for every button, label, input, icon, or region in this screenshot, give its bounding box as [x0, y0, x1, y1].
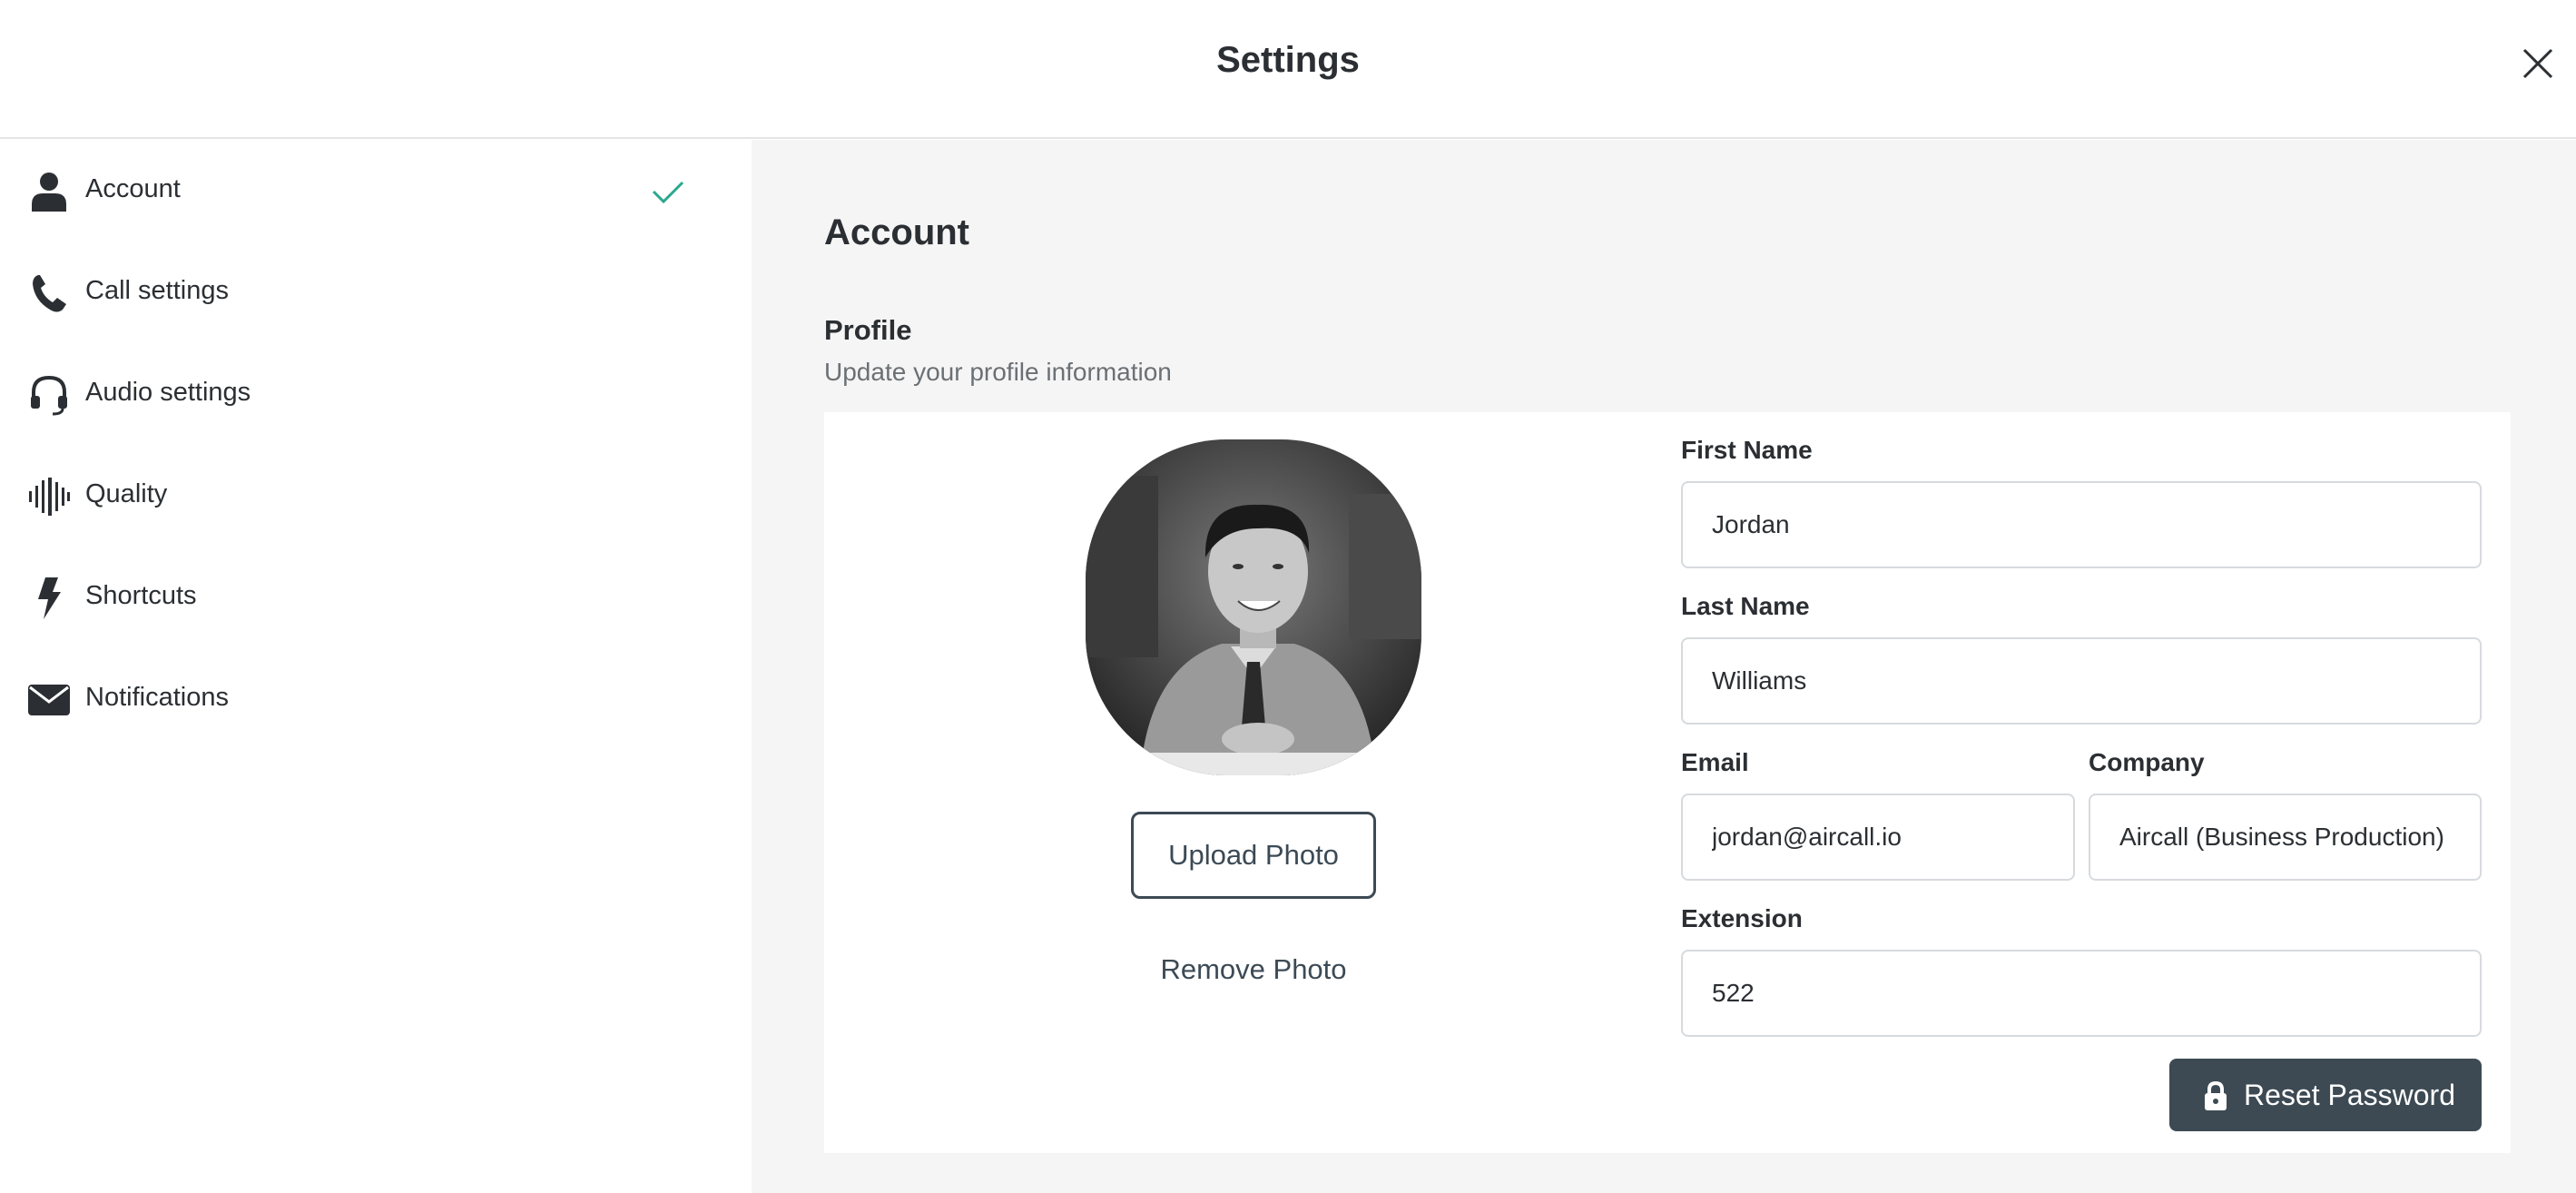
first-name-field[interactable] — [1681, 481, 2482, 568]
envelope-icon — [27, 678, 71, 722]
extension-field[interactable] — [1681, 950, 2482, 1037]
email-label: Email — [1681, 748, 1749, 776]
settings-sidebar: Account Call settings Audio settings Qua… — [0, 140, 752, 1193]
avatar — [1086, 439, 1421, 775]
reset-password-button[interactable]: Reset Password — [2169, 1059, 2482, 1131]
section-heading: Account — [824, 212, 969, 252]
upload-photo-button[interactable]: Upload Photo — [1131, 812, 1376, 899]
settings-header: Settings — [0, 0, 2576, 139]
sidebar-item-label: Notifications — [85, 683, 229, 712]
reset-password-label: Reset Password — [2244, 1079, 2455, 1111]
profile-photo — [1086, 439, 1421, 775]
page-title: Settings — [1216, 40, 1360, 80]
sidebar-item-account[interactable]: Account — [0, 146, 752, 237]
waveform-icon — [27, 475, 71, 518]
sidebar-item-notifications[interactable]: Notifications — [0, 655, 752, 745]
sidebar-item-label: Shortcuts — [85, 581, 197, 610]
sidebar-item-label: Call settings — [85, 276, 229, 305]
email-field[interactable] — [1681, 794, 2075, 881]
checkmark-icon — [652, 181, 684, 204]
last-name-field[interactable] — [1681, 637, 2482, 725]
sidebar-item-label: Quality — [85, 479, 168, 508]
lightning-icon — [27, 577, 71, 620]
close-icon — [2522, 48, 2553, 79]
company-field[interactable] — [2089, 794, 2482, 881]
close-button[interactable] — [2522, 47, 2554, 80]
headset-icon — [27, 373, 71, 417]
sidebar-item-label: Account — [85, 174, 181, 203]
sidebar-item-quality[interactable]: Quality — [0, 451, 752, 542]
company-label: Company — [2089, 748, 2205, 776]
last-name-label: Last Name — [1681, 592, 1810, 620]
remove-photo-link[interactable]: Remove Photo — [1096, 953, 1411, 986]
sidebar-item-shortcuts[interactable]: Shortcuts — [0, 553, 752, 644]
sidebar-item-label: Audio settings — [85, 378, 251, 407]
profile-card: Upload Photo Remove Photo First Name Las… — [824, 412, 2511, 1153]
phone-icon — [27, 271, 71, 315]
profile-subtitle: Update your profile information — [824, 358, 1172, 386]
person-icon — [27, 170, 71, 213]
sidebar-item-audio-settings[interactable]: Audio settings — [0, 350, 752, 440]
lock-icon — [2205, 1081, 2227, 1110]
extension-label: Extension — [1681, 904, 1803, 932]
profile-heading: Profile — [824, 314, 912, 346]
settings-main-panel: Account Profile Update your profile info… — [752, 140, 2576, 1193]
first-name-label: First Name — [1681, 436, 1813, 464]
sidebar-item-call-settings[interactable]: Call settings — [0, 248, 752, 339]
